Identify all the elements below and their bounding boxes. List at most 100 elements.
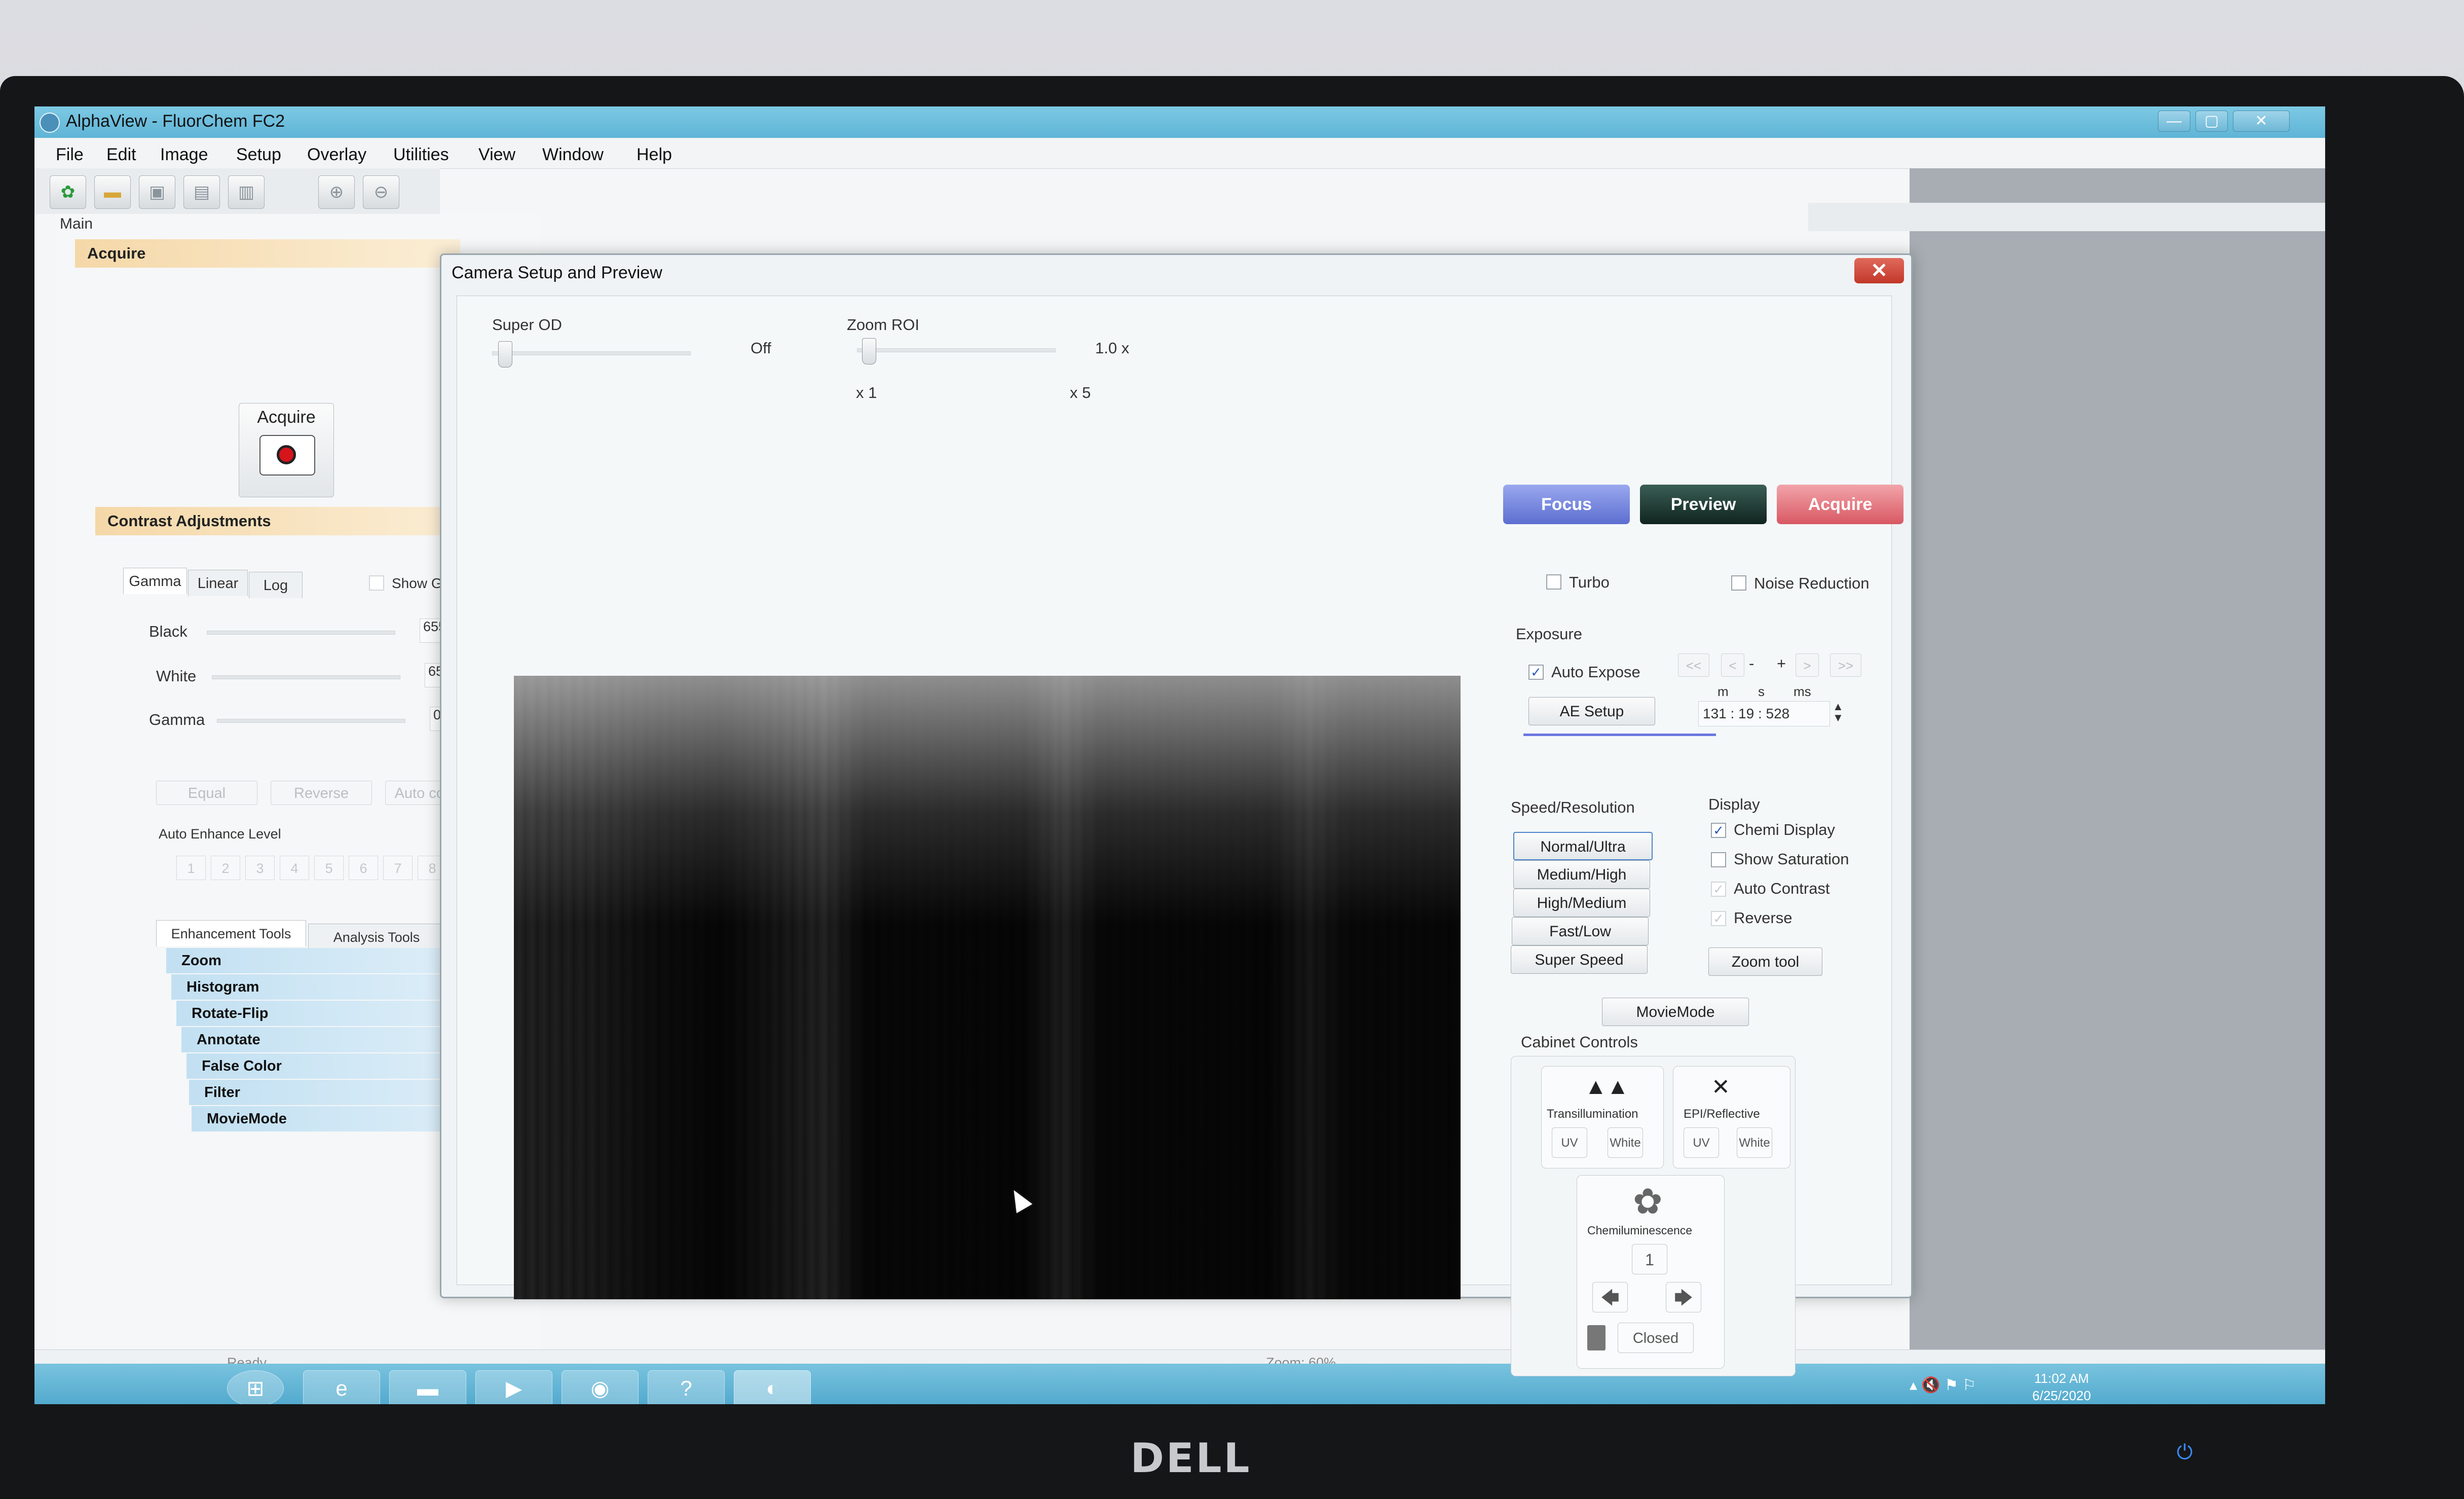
- acquire-button-label: Acquire: [257, 408, 316, 427]
- system-tray-icons[interactable]: ▴ 🔇 ⚑ ⚐: [1910, 1376, 1976, 1394]
- zoom-tool-button[interactable]: Zoom tool: [1708, 947, 1822, 976]
- alphaview-taskbar-icon[interactable]: ◐: [734, 1370, 811, 1404]
- equal-button[interactable]: Equal: [156, 781, 257, 805]
- filter-right-arrow-icon[interactable]: 🡆: [1666, 1282, 1701, 1312]
- level-button[interactable]: 7: [383, 856, 413, 880]
- tab-analysis-tools[interactable]: Analysis Tools: [308, 924, 445, 950]
- exposure-spinner-icon[interactable]: ▲ ▼: [1833, 701, 1844, 723]
- power-icon[interactable]: ⏻: [2177, 1442, 2197, 1463]
- trans-uv-button[interactable]: UV: [1552, 1127, 1587, 1158]
- exposure-time-field[interactable]: 131 : 19 : 528: [1698, 701, 1830, 726]
- menu-help[interactable]: Help: [637, 145, 672, 165]
- preview-button[interactable]: Preview: [1640, 485, 1767, 524]
- acquire-button[interactable]: Acquire: [239, 403, 334, 497]
- reverse-checkbox[interactable]: ✓: [1711, 911, 1726, 926]
- dialog-close-button[interactable]: ✕: [1854, 258, 1904, 283]
- menu-image[interactable]: Image: [160, 145, 208, 165]
- exposure-step-back[interactable]: <: [1721, 653, 1744, 677]
- level-button[interactable]: 5: [314, 856, 344, 880]
- menu-overlay[interactable]: Overlay: [307, 145, 366, 165]
- ae-setup-button[interactable]: AE Setup: [1528, 697, 1655, 725]
- show-saturation-label: Show Saturation: [1734, 850, 1849, 868]
- moviemode-button[interactable]: MovieMode: [1602, 998, 1749, 1026]
- chrome-icon[interactable]: ◉: [562, 1370, 639, 1404]
- speed-normal-ultra[interactable]: Normal/Ultra: [1513, 832, 1653, 860]
- auto-expose-checkbox[interactable]: ✓: [1528, 665, 1544, 680]
- clock-date: 6/25/2020: [2032, 1388, 2091, 1403]
- black-slider[interactable]: [207, 631, 395, 635]
- door-status-button[interactable]: Closed: [1618, 1323, 1694, 1353]
- minimize-button[interactable]: —: [2158, 111, 2190, 132]
- contrast-section-header[interactable]: Contrast Adjustments: [95, 507, 480, 535]
- media-player-icon[interactable]: ▶: [475, 1370, 552, 1404]
- camera-preview-image[interactable]: [514, 676, 1461, 1299]
- menu-window[interactable]: Window: [542, 145, 604, 165]
- epi-uv-button[interactable]: UV: [1684, 1127, 1719, 1158]
- super-od-slider[interactable]: [492, 351, 691, 355]
- zoom-roi-slider[interactable]: [857, 348, 1056, 352]
- transillumination-icon: ▲▲: [1585, 1074, 1629, 1099]
- exposure-minus[interactable]: -: [1749, 654, 1754, 673]
- main-label: Main: [60, 215, 93, 232]
- speed-medium-high[interactable]: Medium/High: [1513, 860, 1650, 889]
- workspace-background: [1910, 168, 2325, 1349]
- level-button[interactable]: 3: [245, 856, 275, 880]
- speed-fast-low[interactable]: Fast/Low: [1512, 917, 1649, 945]
- menu-utilities[interactable]: Utilities: [393, 145, 449, 165]
- menu-setup[interactable]: Setup: [236, 145, 281, 165]
- menu-file[interactable]: File: [56, 145, 84, 165]
- unit-minutes: m: [1718, 684, 1729, 699]
- gamma-slider[interactable]: [217, 719, 405, 723]
- menu-view[interactable]: View: [478, 145, 515, 165]
- open-folder-icon[interactable]: ▬: [94, 175, 131, 209]
- turbo-checkbox[interactable]: [1546, 574, 1561, 590]
- level-button[interactable]: 6: [349, 856, 378, 880]
- zoom-in-icon[interactable]: ⊕: [318, 175, 355, 209]
- acquire-dialog-button[interactable]: Acquire: [1777, 485, 1903, 524]
- reverse-button[interactable]: Reverse: [271, 781, 372, 805]
- copy-icon[interactable]: ▥: [228, 175, 265, 209]
- file-explorer-icon[interactable]: ▬: [389, 1370, 466, 1404]
- level-button[interactable]: 2: [211, 856, 240, 880]
- acquire-section-header[interactable]: Acquire: [75, 239, 460, 268]
- tab-log[interactable]: Log: [249, 572, 303, 598]
- super-od-value: Off: [751, 339, 771, 357]
- tab-enhancement-tools[interactable]: Enhancement Tools: [156, 920, 306, 946]
- zoom-roi-slider-thumb[interactable]: [862, 338, 876, 364]
- show-grid-checkbox[interactable]: [369, 575, 384, 591]
- exposure-step-back-fast[interactable]: <<: [1678, 653, 1709, 677]
- start-button-icon[interactable]: ⊞: [227, 1370, 284, 1404]
- chemi-display-checkbox[interactable]: ✓: [1711, 823, 1726, 838]
- monitor-brand-logo: DELL: [1130, 1435, 1252, 1482]
- internet-explorer-icon[interactable]: e: [303, 1370, 380, 1404]
- maximize-button[interactable]: ▢: [2195, 111, 2228, 132]
- acquire-tool-icon[interactable]: ✿: [50, 175, 86, 209]
- menu-edit[interactable]: Edit: [106, 145, 136, 165]
- filter-left-arrow-icon[interactable]: 🡄: [1592, 1282, 1628, 1312]
- tab-gamma[interactable]: Gamma: [123, 568, 187, 594]
- auto-enhance-label: Auto Enhance Level: [159, 826, 281, 842]
- taskbar-clock[interactable]: 11:02 AM 6/25/2020: [2011, 1370, 2112, 1404]
- zoom-roi-label: Zoom ROI: [847, 316, 919, 334]
- show-saturation-checkbox[interactable]: [1711, 852, 1726, 867]
- trans-white-button[interactable]: White: [1608, 1127, 1643, 1158]
- focus-button[interactable]: Focus: [1503, 485, 1630, 524]
- tab-linear[interactable]: Linear: [188, 570, 248, 596]
- close-button[interactable]: ✕: [2233, 111, 2290, 132]
- noise-reduction-checkbox[interactable]: [1731, 575, 1746, 591]
- super-od-slider-thumb[interactable]: [498, 341, 512, 368]
- level-button[interactable]: 1: [176, 856, 206, 880]
- save-icon[interactable]: ▣: [139, 175, 175, 209]
- exposure-plus[interactable]: +: [1777, 654, 1786, 673]
- exposure-step-forward[interactable]: >: [1796, 653, 1819, 677]
- level-button[interactable]: 4: [280, 856, 309, 880]
- speed-super-speed[interactable]: Super Speed: [1511, 945, 1648, 974]
- exposure-step-forward-fast[interactable]: >>: [1830, 653, 1861, 677]
- help-icon[interactable]: ?: [648, 1370, 725, 1404]
- white-slider[interactable]: [212, 675, 400, 679]
- zoom-out-icon[interactable]: ⊖: [363, 175, 399, 209]
- epi-white-button[interactable]: White: [1737, 1127, 1772, 1158]
- auto-contrast-checkbox[interactable]: ✓: [1711, 882, 1726, 897]
- print-icon[interactable]: ▤: [183, 175, 220, 209]
- speed-high-medium[interactable]: High/Medium: [1513, 889, 1650, 917]
